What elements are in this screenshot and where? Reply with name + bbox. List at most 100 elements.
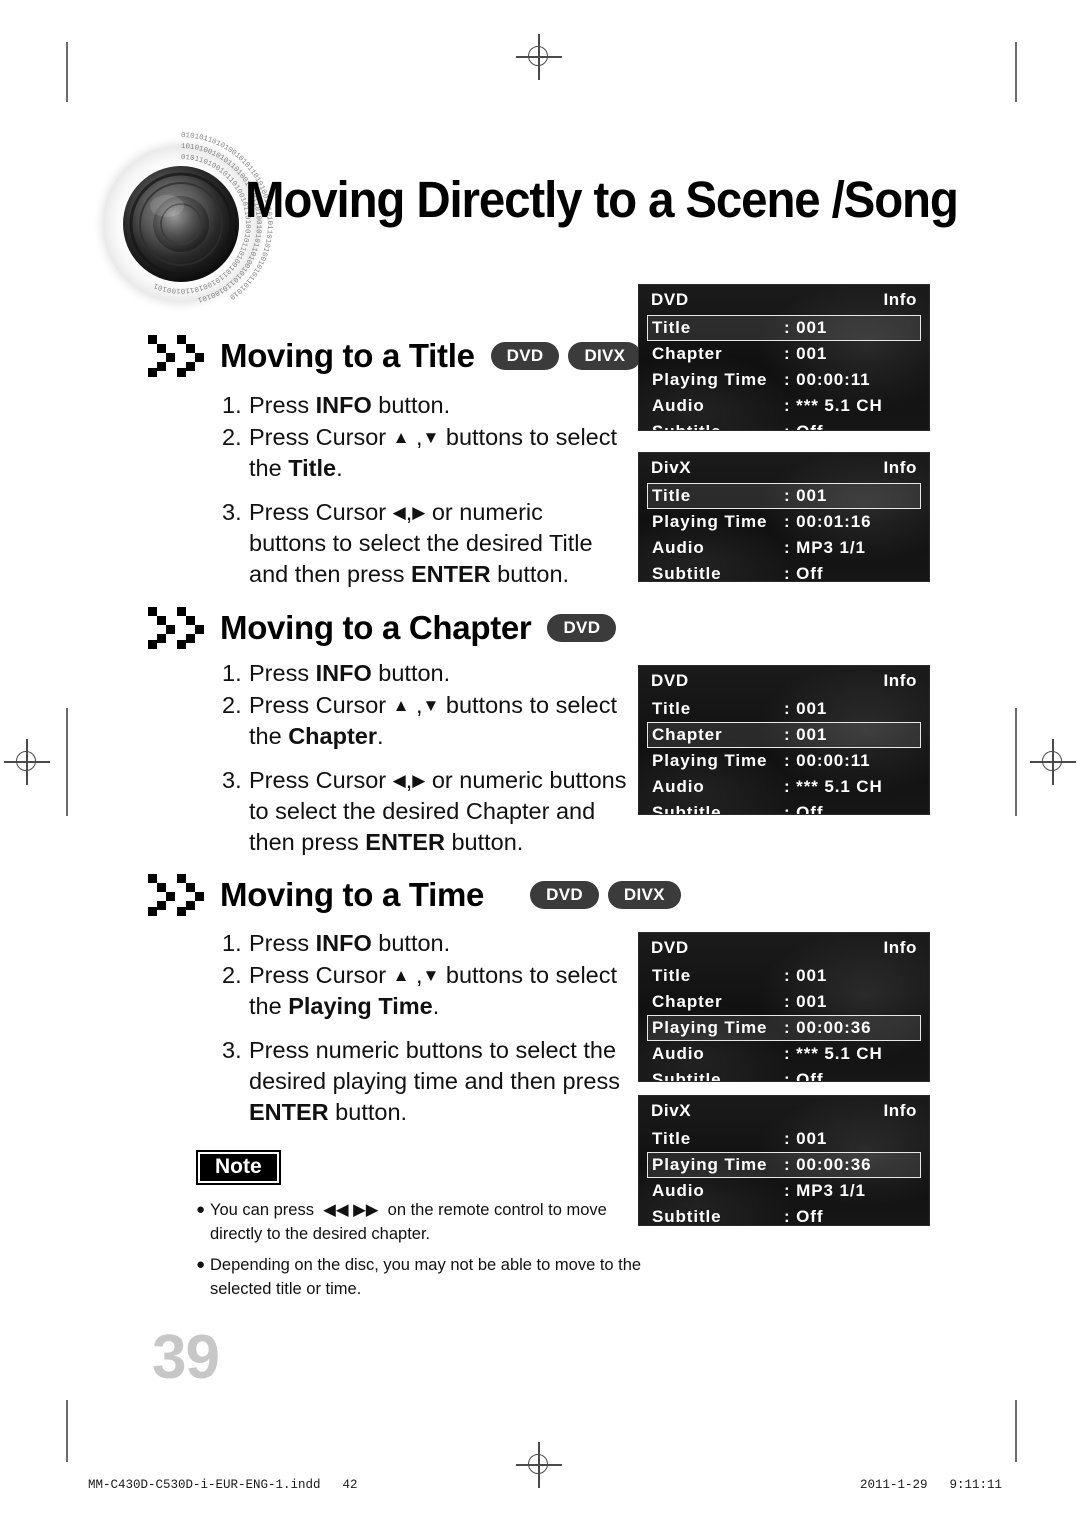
osd-row-label: Chapter xyxy=(652,992,723,1011)
osd-row[interactable]: Audio: MP3 1/1 xyxy=(647,535,921,561)
badge-dvd: DVD xyxy=(530,881,599,909)
registration-mark-bottom xyxy=(516,1442,562,1488)
osd-row-label: Playing Time xyxy=(652,1155,768,1174)
step-item: 2. Press Cursor ▲ ,▼ buttons to select t… xyxy=(222,422,622,484)
osd-screen-dvd-title: DVD Info Title: 001 Chapter: 001 Playing Tim… xyxy=(638,284,930,431)
section-title-label: Moving to a Chapter xyxy=(220,609,532,646)
step-number: 2. xyxy=(222,424,242,451)
osd-row[interactable]: Subtitle: Off xyxy=(647,800,921,815)
osd-row-label: Title xyxy=(652,486,692,505)
double-chevron-blocks-icon xyxy=(148,607,204,649)
osd-row[interactable]: Title: 001 xyxy=(647,1126,921,1152)
osd-row-label: Playing Time xyxy=(652,370,768,389)
step-text: Press Cursor ▲ ,▼ buttons to select the … xyxy=(249,424,618,482)
step-text: Press INFO button. xyxy=(249,660,451,686)
osd-titlebar: DVD Info xyxy=(639,285,929,314)
osd-row-label: Audio xyxy=(652,1044,705,1063)
osd-row-list: Title: 001 Chapter: 001 Playing Time : 00:0… xyxy=(639,314,929,430)
note-text: You can press ◀◀ ▶▶ on the remote contro… xyxy=(210,1201,607,1243)
osd-row[interactable]: Chapter: 001 xyxy=(647,341,921,367)
osd-row-value: : 00:00:11 xyxy=(784,370,871,389)
osd-row[interactable]: Audio: *** 5.1 CH xyxy=(647,774,921,800)
osd-row[interactable]: Playing Time: 00:01:16 xyxy=(647,509,921,535)
section-heading-chapter: Moving to a Chapter DVD xyxy=(146,605,617,651)
osd-row[interactable]: Subtitle: Off xyxy=(647,1204,921,1225)
osd-row[interactable]: Subtitle: Off xyxy=(647,1067,921,1081)
step-text: Press numeric buttons to select the desi… xyxy=(249,1037,620,1126)
osd-row[interactable]: Playing Time : 00:00:11 xyxy=(647,367,921,393)
step-text: Press Cursor ◀,▶ or numeric buttons to s… xyxy=(249,499,593,588)
osd-screen-dvd-chapter: DVD Info Title: 001 Chapter: 001 Playing Tim… xyxy=(638,665,930,815)
badge-divx: DIVX xyxy=(568,342,642,370)
osd-row[interactable]: Audio: *** 5.1 CH xyxy=(647,393,921,419)
section-title-label: Moving to a Time xyxy=(220,876,485,913)
bullet-icon: ● xyxy=(196,1255,206,1273)
osd-row-value: : 00:00:36 xyxy=(784,1018,872,1037)
osd-row-value: : *** 5.1 CH xyxy=(784,1044,883,1063)
osd-row-value: : 001 xyxy=(784,699,828,718)
osd-row-value: : 001 xyxy=(784,725,828,744)
trim-line-left-mid xyxy=(66,708,68,816)
badge-divx: DIVX xyxy=(607,881,681,909)
osd-row-label: Playing Time xyxy=(652,751,768,770)
osd-row-label: Subtitle xyxy=(652,422,784,430)
step-text: Press INFO button. xyxy=(249,930,451,956)
osd-row-selected[interactable]: Playing Time: 00:00:36 xyxy=(647,1015,921,1041)
osd-row[interactable]: Chapter : 001 xyxy=(647,989,921,1015)
osd-row[interactable]: Subtitle: Off xyxy=(647,419,921,430)
osd-row-value: : 00:01:16 xyxy=(784,512,872,531)
osd-row-value: : 001 xyxy=(784,1129,828,1148)
osd-row-value: : Off xyxy=(784,803,824,815)
osd-disc-type: DVD xyxy=(651,290,689,309)
osd-titlebar: DVD Info xyxy=(639,666,929,695)
section-heading-title: Moving to a Title DVD DIVX xyxy=(146,333,642,379)
osd-info-label: Info xyxy=(883,1101,917,1120)
step-number: 1. xyxy=(222,660,242,686)
steps-time: 1. Press INFO button. 2. Press Cursor ▲ … xyxy=(222,928,630,1129)
osd-row[interactable]: Title: 001 xyxy=(647,963,921,989)
steps-chapter: 1. Press INFO button. 2. Press Cursor ▲ … xyxy=(222,658,630,859)
osd-row-list: Title: 001 Playing Time : 00:00:36 Audio: M… xyxy=(639,1125,929,1225)
osd-info-label: Info xyxy=(883,290,917,309)
osd-row-value: : MP3 1/1 xyxy=(784,1181,866,1200)
osd-row-value: : 00:00:36 xyxy=(784,1155,872,1174)
step-text: Press Cursor ◀,▶ or numeric buttons to s… xyxy=(249,767,627,856)
osd-row-selected[interactable]: Title: 001 xyxy=(647,483,921,509)
print-date: 2011-1-29 xyxy=(859,1478,928,1492)
registration-mark-top xyxy=(516,34,562,80)
step-number: 1. xyxy=(222,930,242,956)
osd-row-list: Title: 001 Chapter: 001 Playing Time: 00:0… xyxy=(639,695,929,815)
print-time: 9:11:11 xyxy=(949,1478,1002,1492)
osd-disc-type: DivX xyxy=(651,1101,692,1120)
step-item: 3. Press Cursor ◀,▶ or numeric buttons t… xyxy=(222,765,630,858)
trim-line-right-mid xyxy=(1015,708,1017,816)
osd-row-selected[interactable]: Playing Time : 00:00:36 xyxy=(647,1152,921,1178)
osd-row-value: : *** 5.1 CH xyxy=(784,777,883,796)
note-text: Depending on the disc, you may not be ab… xyxy=(210,1255,642,1298)
step-number: 3. xyxy=(222,499,242,526)
step-item: 1. Press INFO button. xyxy=(222,928,630,959)
print-footer-right: 2011-1-29 9:11:11 xyxy=(860,1478,1002,1492)
step-item: 3. Press numeric buttons to select the d… xyxy=(222,1035,630,1128)
osd-row-value: : *** 5.1 CH xyxy=(784,396,883,415)
osd-row-selected[interactable]: Title: 001 xyxy=(647,315,921,341)
step-item: 2. Press Cursor ▲ ,▼ buttons to select t… xyxy=(222,960,630,1022)
osd-row-label: Subtitle xyxy=(652,564,722,582)
osd-row-selected[interactable]: Chapter: 001 xyxy=(647,722,921,748)
step-number: 2. xyxy=(222,692,242,719)
page-number: 39 xyxy=(152,1323,220,1392)
osd-row[interactable]: Playing Time: 00:00:11 xyxy=(647,748,921,774)
manual-page: 0101011010100101011010100101010110101001… xyxy=(0,0,1080,1527)
osd-row[interactable]: Title: 001 xyxy=(647,696,921,722)
print-sheet-number: 42 xyxy=(342,1478,358,1492)
osd-screen-divx-title: DivX Info Title: 001 Playing Time: 00:01:16… xyxy=(638,452,930,582)
osd-row[interactable]: Audio: MP3 1/1 xyxy=(647,1178,921,1204)
trim-line-left xyxy=(66,42,68,102)
osd-row-value: : 001 xyxy=(784,992,828,1011)
osd-row-value: : 001 xyxy=(784,344,828,363)
step-text: Press Cursor ▲ ,▼ buttons to select the … xyxy=(249,692,618,750)
osd-row[interactable]: Subtitle: Off xyxy=(647,561,921,582)
osd-titlebar: DVD Info xyxy=(639,933,929,962)
registration-mark-left xyxy=(4,739,50,785)
osd-row[interactable]: Audio : *** 5.1 CH xyxy=(647,1041,921,1067)
